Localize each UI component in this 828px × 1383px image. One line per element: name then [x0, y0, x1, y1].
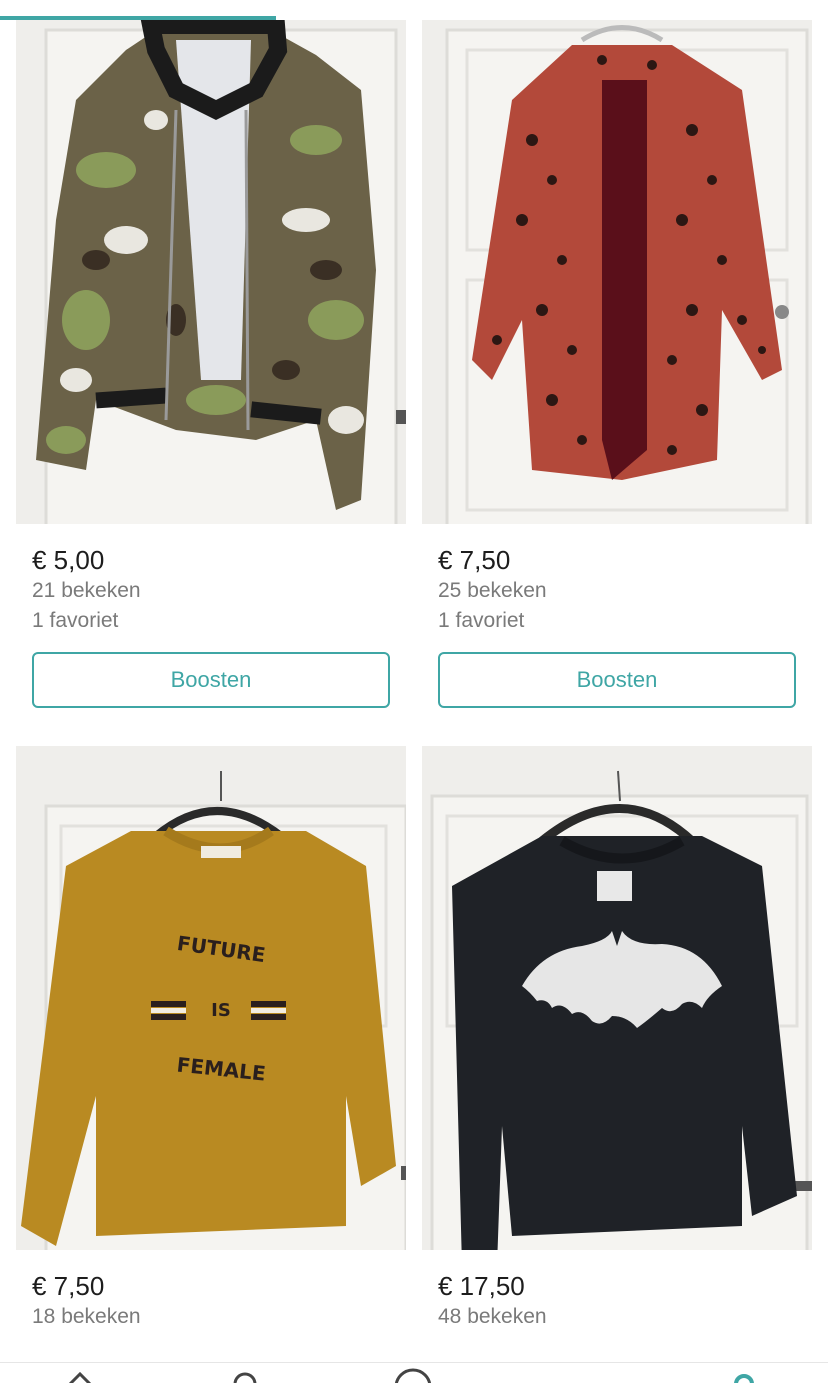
listing-photo-bat-sweater[interactable] [422, 746, 812, 1250]
listing-price: € 7,50 [32, 1271, 105, 1301]
sell-icon[interactable] [393, 1367, 433, 1383]
listing-card[interactable]: € 17,50 48 bekeken [422, 746, 812, 1332]
listing-price: € 7,50 [438, 545, 511, 575]
profile-icon[interactable] [733, 1371, 755, 1383]
listing-favorites: 1 favoriet [438, 609, 525, 632]
top-progress-bar [0, 0, 828, 20]
listing-photo-mustard-sweater[interactable]: FUTURE IS FEMALE [16, 746, 406, 1250]
listing-card[interactable]: € 5,00 21 bekeken 1 favoriet Boosten [16, 20, 406, 708]
home-icon[interactable] [68, 1371, 92, 1383]
listing-favorites: 1 favoriet [32, 609, 119, 632]
listing-card[interactable]: € 7,50 25 bekeken 1 favoriet Boosten [422, 20, 812, 708]
bottom-navigation [0, 1362, 828, 1383]
listing-views: 21 bekeken [32, 579, 141, 602]
listing-photo-leopard-coat[interactable] [422, 20, 812, 524]
boost-button[interactable]: Boosten [32, 652, 390, 708]
listing-card[interactable]: FUTURE IS FEMALE € 7,50 18 bekeken [16, 746, 406, 1332]
print-text-is: IS [211, 1000, 231, 1021]
listing-views: 25 bekeken [438, 579, 547, 602]
listing-photo-camouflage-jacket[interactable] [16, 20, 406, 524]
search-icon[interactable] [232, 1371, 258, 1383]
listing-price: € 5,00 [32, 545, 105, 575]
listing-views: 48 bekeken [438, 1305, 547, 1328]
listing-views: 18 bekeken [32, 1305, 141, 1328]
listing-price: € 17,50 [438, 1271, 525, 1301]
boost-button[interactable]: Boosten [438, 652, 796, 708]
